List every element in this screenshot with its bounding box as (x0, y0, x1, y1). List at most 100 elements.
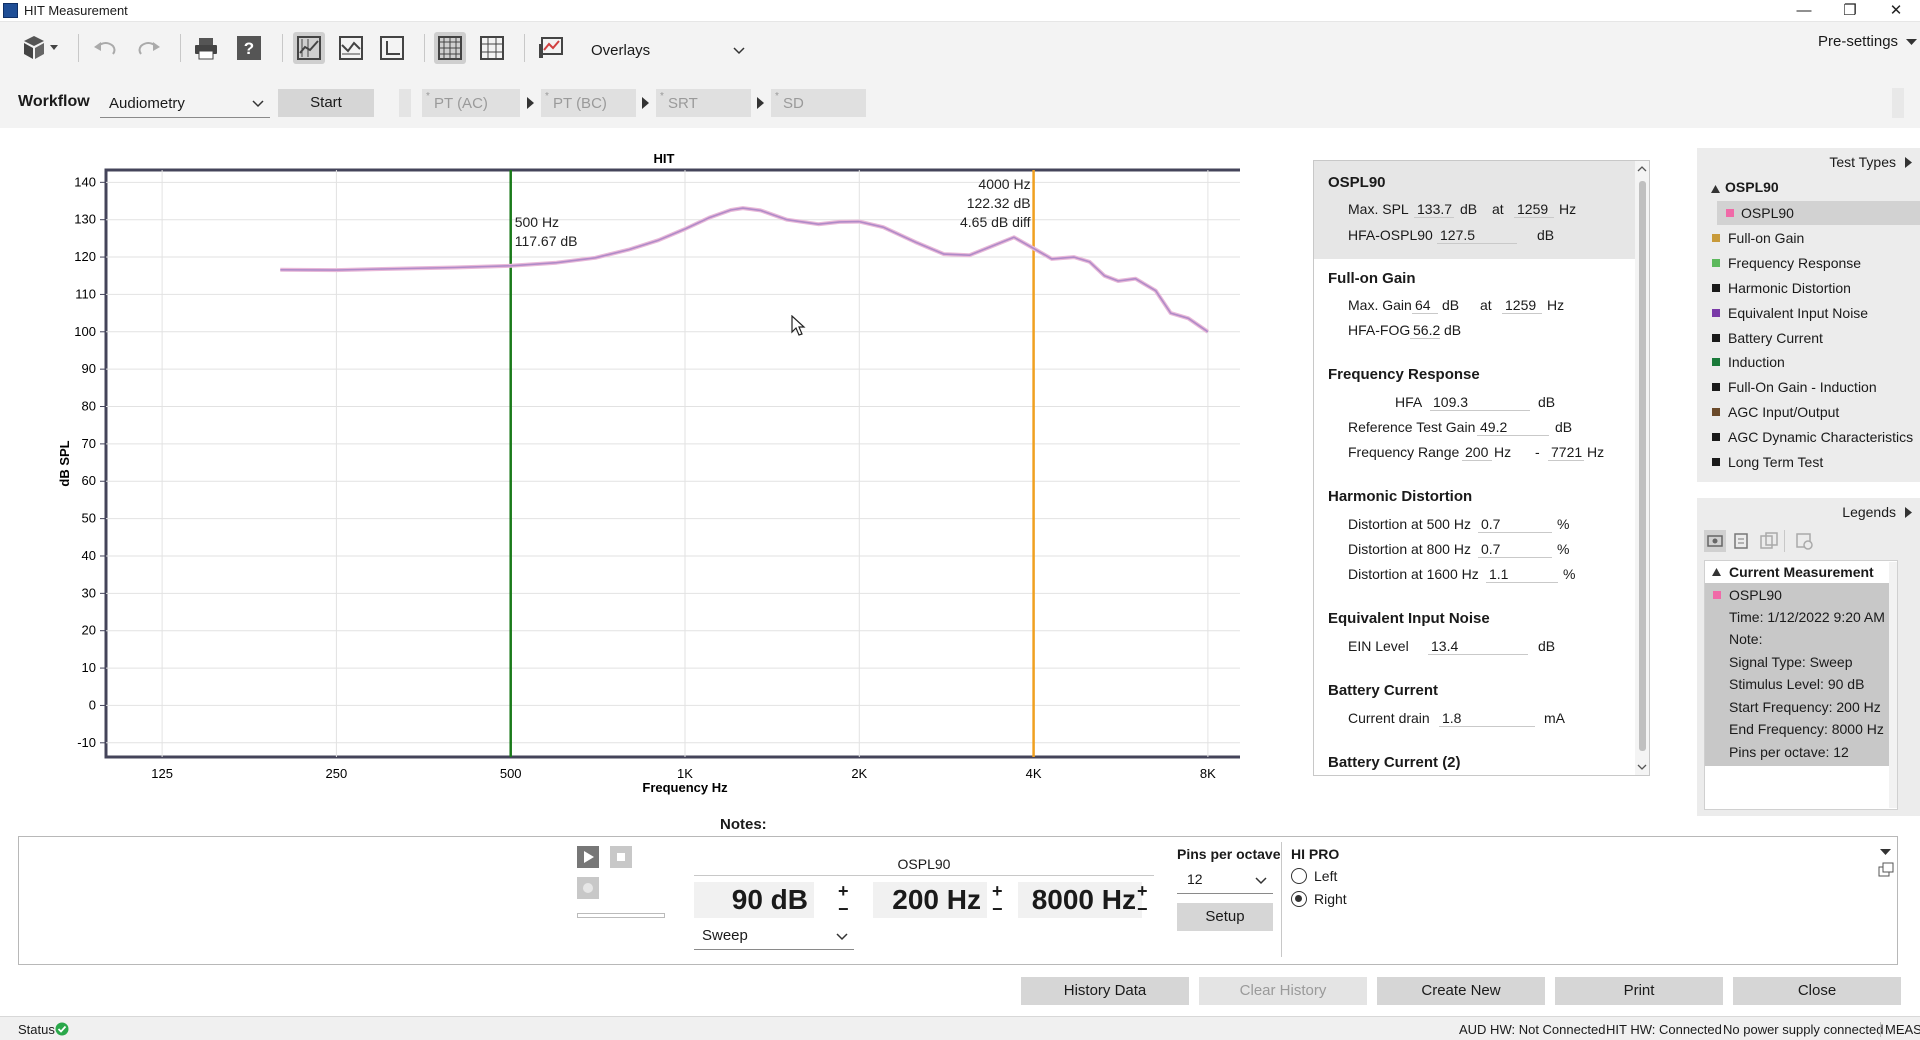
minimize-button[interactable]: — (1781, 0, 1827, 22)
signal-type-select[interactable]: Sweep (694, 924, 854, 950)
overlays-label: Overlays (591, 42, 651, 59)
overlays-dropdown[interactable]: Overlays (583, 38, 753, 64)
toolbar-separator (78, 34, 79, 62)
clear-history-button[interactable]: Clear History (1199, 977, 1367, 1005)
legend-export-icon[interactable] (1731, 530, 1753, 552)
caret-right-icon[interactable] (1905, 157, 1912, 168)
legend-entry-ospl90[interactable]: OSPL90 Time: 1/12/2022 9:20 AM Note: Sig… (1705, 583, 1897, 766)
y-tick-label: 130 (74, 212, 96, 227)
record-icon[interactable] (577, 877, 599, 899)
redo-icon[interactable] (133, 32, 165, 64)
battery-current-2-section-title: Battery Current (2) (1328, 754, 1461, 771)
fr-hfa-value: 109.3 (1430, 394, 1530, 411)
level-decrease-button[interactable]: − (838, 900, 849, 918)
grid-coarse-icon[interactable] (476, 32, 508, 64)
end-frequency-decrease-button[interactable]: − (1137, 900, 1148, 918)
test-type-item[interactable]: AGC Dynamic Characteristics (1712, 425, 1917, 449)
test-type-item[interactable]: Frequency Response (1712, 251, 1917, 275)
caret-down-icon[interactable] (1712, 568, 1721, 576)
test-type-color-swatch (1712, 233, 1720, 242)
reference-test-gain-unit: dB (1555, 419, 1573, 435)
app-menu-icon[interactable] (18, 32, 62, 64)
pins-per-octave-select[interactable]: 12 (1177, 868, 1273, 894)
test-type-item[interactable]: Full-on Gain (1712, 226, 1917, 250)
start-frequency-value[interactable]: 200 Hz (873, 882, 987, 918)
workflow-step-handle (399, 89, 411, 117)
close-button[interactable]: Close (1733, 977, 1901, 1005)
workflow-step-pt-bc[interactable]: * PT (BC) (541, 89, 636, 117)
play-button[interactable] (577, 846, 599, 868)
caret-right-icon[interactable] (1905, 507, 1912, 518)
legend-settings-icon[interactable] (1793, 530, 1815, 552)
left-ear-label[interactable]: Left (1314, 868, 1337, 884)
test-type-item[interactable]: OSPL90 (1717, 201, 1920, 225)
restore-button[interactable]: ❐ (1827, 0, 1873, 22)
print-icon[interactable] (190, 32, 222, 64)
presettings-menu[interactable]: Pre-settings (1818, 33, 1918, 50)
overlay-chart-icon[interactable] (535, 32, 567, 64)
test-type-color-swatch (1712, 358, 1720, 367)
workflow-step-pt-ac[interactable]: * PT (AC) (422, 89, 520, 117)
test-type-item[interactable]: Induction (1712, 350, 1917, 374)
workflow-step-sd[interactable]: * SD (771, 89, 866, 117)
start-button[interactable]: Start (278, 89, 374, 117)
legend-scrollbar[interactable] (1889, 562, 1897, 808)
marker-label: 122.32 dB (967, 195, 1031, 211)
scroll-up-icon[interactable] (1637, 165, 1647, 172)
legend-pins-per-octave: Pins per octave: 12 (1729, 744, 1849, 760)
caret-down-icon[interactable] (1880, 848, 1891, 856)
stimulus-level-value[interactable]: 90 dB (694, 882, 814, 918)
detach-panel-icon[interactable] (1878, 862, 1894, 878)
setup-button[interactable]: Setup (1177, 903, 1273, 931)
test-types-header[interactable]: Test Types (1829, 154, 1896, 170)
max-spl-label: Max. SPL (1348, 201, 1409, 217)
test-type-item[interactable]: Battery Current (1712, 326, 1917, 350)
stop-button[interactable] (610, 846, 632, 868)
end-frequency-increase-button[interactable]: + (1137, 882, 1148, 900)
y-tick-label: 110 (75, 286, 96, 301)
axis-icon[interactable] (376, 32, 408, 64)
caret-down-icon[interactable] (1711, 185, 1720, 193)
test-type-color-swatch (1726, 209, 1734, 217)
battery-current-section-title: Battery Current (1328, 682, 1439, 699)
graph-view-icon[interactable] (293, 32, 325, 64)
end-frequency-value[interactable]: 8000 Hz (1018, 882, 1142, 918)
right-ear-radio[interactable] (1291, 891, 1307, 907)
workflow-collapse-handle[interactable] (1892, 88, 1904, 118)
legend-view-icon[interactable] (1704, 530, 1726, 552)
max-spl-at-label: at (1492, 201, 1504, 217)
close-window-button[interactable]: ✕ (1873, 0, 1919, 22)
toolbar-separator (424, 34, 425, 62)
undo-icon[interactable] (89, 32, 121, 64)
test-type-item[interactable]: Equivalent Input Noise (1712, 301, 1917, 325)
test-type-item[interactable]: AGC Input/Output (1712, 400, 1917, 424)
results-scrollbar-thumb[interactable] (1639, 181, 1646, 751)
workflow-step-srt[interactable]: * SRT (656, 89, 751, 117)
test-types-group-ospl90[interactable]: OSPL90 (1725, 179, 1779, 195)
test-type-item[interactable]: Long Term Test (1712, 450, 1917, 474)
start-frequency-decrease-button[interactable]: − (992, 900, 1003, 918)
left-ear-radio[interactable] (1291, 868, 1307, 884)
help-icon[interactable]: ? (233, 32, 265, 64)
marker-label: 4000 Hz (978, 176, 1030, 192)
scroll-down-icon[interactable] (1637, 764, 1647, 771)
history-data-button[interactable]: History Data (1021, 977, 1189, 1005)
legend-group-current-measurement[interactable]: Current Measurement (1729, 564, 1874, 580)
test-type-item[interactable]: Full-On Gain - Induction (1712, 375, 1917, 399)
legend-copy-icon[interactable] (1758, 530, 1780, 552)
results-scrollbar[interactable] (1635, 161, 1649, 775)
start-frequency-increase-button[interactable]: + (992, 882, 1003, 900)
hfa-fog-value: 56.2 (1410, 322, 1440, 339)
create-new-button[interactable]: Create New (1377, 977, 1545, 1005)
reference-test-gain-value: 49.2 (1477, 419, 1549, 436)
test-type-item[interactable]: Harmonic Distortion (1712, 276, 1917, 300)
toolbar-separator (180, 34, 181, 62)
graph-compare-icon[interactable] (335, 32, 367, 64)
max-gain-unit: dB (1442, 297, 1460, 313)
workflow-select[interactable]: Audiometry (100, 90, 270, 118)
right-ear-label[interactable]: Right (1314, 891, 1347, 907)
print-button[interactable]: Print (1555, 977, 1723, 1005)
legends-header[interactable]: Legends (1842, 504, 1896, 520)
grid-fine-icon[interactable] (434, 32, 466, 64)
level-increase-button[interactable]: + (838, 882, 849, 900)
